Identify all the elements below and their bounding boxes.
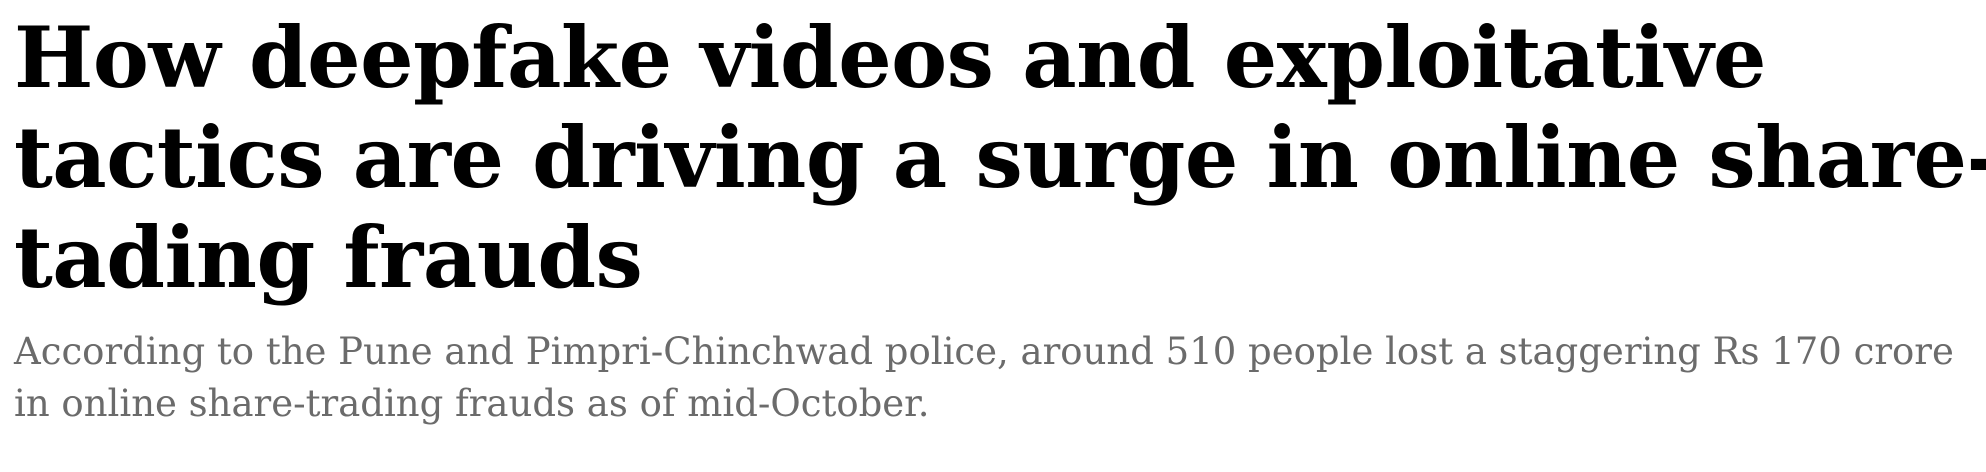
summary-line: in online share-trading frauds as of mid… [14,382,930,425]
headline-line: tactics are driving a surge in online sh… [14,108,1986,207]
headline-line: How deepfake videos and exploitative [14,8,1767,107]
headline-line: tading frauds [14,208,643,307]
article-header: How deepfake videos and exploitative tac… [14,0,1986,430]
summary-line: According to the Pune and Pimpri-Chinchw… [14,330,1954,373]
article-summary: According to the Pune and Pimpri-Chinchw… [14,326,1974,430]
article-headline: How deepfake videos and exploitative tac… [14,0,1986,308]
